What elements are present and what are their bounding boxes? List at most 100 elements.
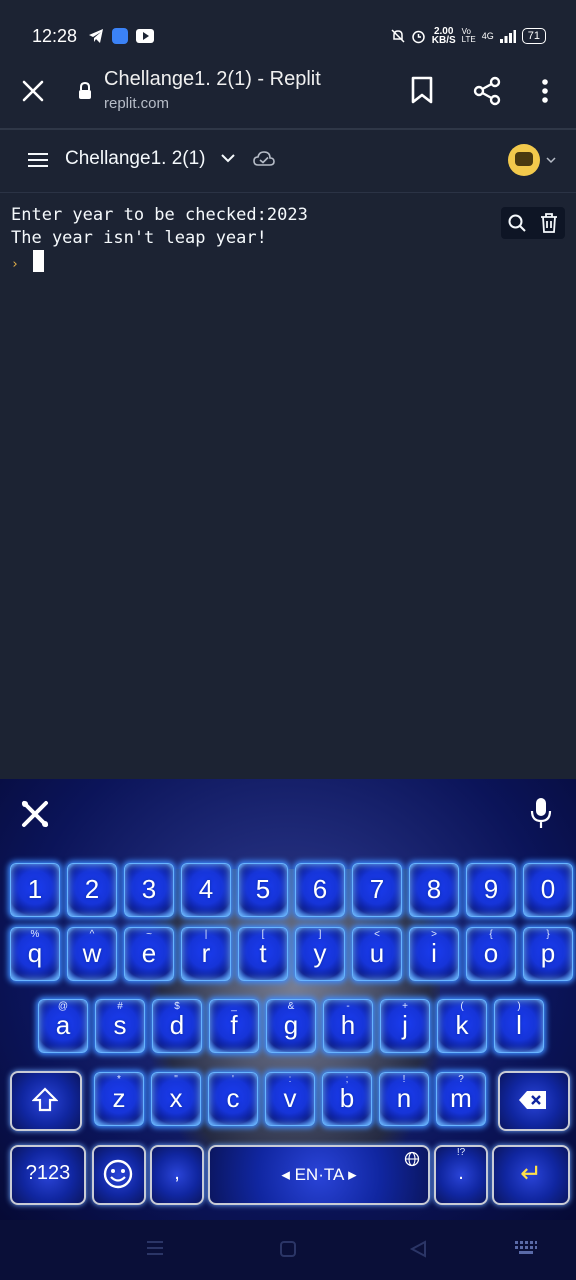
key-1[interactable]: 1 bbox=[10, 863, 60, 917]
key-5[interactable]: 5 bbox=[238, 863, 288, 917]
symbols-key[interactable]: ?123 bbox=[10, 1145, 86, 1205]
key-h[interactable]: -h bbox=[323, 999, 373, 1053]
menu-icon[interactable] bbox=[28, 152, 48, 168]
status-bar: 12:28 2.00 KB/S Vo LTE 4G 71 bbox=[0, 0, 576, 62]
key-q[interactable]: % q bbox=[10, 927, 60, 981]
key-t[interactable]: [t bbox=[238, 927, 288, 981]
key-label: a bbox=[55, 1010, 71, 1040]
key-v[interactable]: :v bbox=[265, 1072, 315, 1126]
key-x[interactable]: " x bbox=[151, 1072, 201, 1126]
key-3[interactable]: 3 bbox=[124, 863, 174, 917]
space-label: ◂ EN·TA ▸ bbox=[281, 1165, 357, 1184]
key-4[interactable]: 4 bbox=[181, 863, 231, 917]
close-icon[interactable] bbox=[20, 78, 46, 104]
key-s[interactable]: # s bbox=[95, 999, 145, 1053]
symbols-label: ?123 bbox=[25, 1162, 71, 1184]
key-o[interactable]: {o bbox=[466, 927, 516, 981]
console-panel[interactable]: Enter year to be checked:2023 The year i… bbox=[0, 193, 576, 779]
telegram-icon bbox=[89, 29, 103, 43]
home-icon[interactable] bbox=[279, 1240, 297, 1258]
back-icon[interactable] bbox=[409, 1240, 427, 1258]
enter-key[interactable]: ↵ bbox=[492, 1145, 570, 1205]
net-speed-unit: KB/S bbox=[431, 35, 456, 46]
globe-icon[interactable] bbox=[404, 1151, 420, 1167]
key-k[interactable]: (k bbox=[437, 999, 487, 1053]
key-p[interactable]: } p bbox=[523, 927, 573, 981]
share-icon[interactable] bbox=[472, 76, 502, 106]
key-label: j bbox=[402, 1010, 408, 1040]
key-label: r bbox=[201, 938, 211, 968]
key-j[interactable]: + j bbox=[380, 999, 430, 1053]
key-m[interactable]: ? m bbox=[436, 1072, 486, 1126]
key-label: t bbox=[259, 938, 267, 968]
key-d[interactable]: $ d bbox=[152, 999, 202, 1053]
key-9[interactable]: 9 bbox=[466, 863, 516, 917]
key-0[interactable]: 0 bbox=[523, 863, 573, 917]
key-2[interactable]: 2 bbox=[67, 863, 117, 917]
key-label: v bbox=[283, 1083, 297, 1113]
keyboard-hide-icon[interactable] bbox=[514, 1240, 538, 1256]
search-icon[interactable] bbox=[507, 213, 527, 233]
key-label: e bbox=[141, 938, 157, 968]
console-output-line: The year isn't leap year! bbox=[11, 228, 267, 248]
cloud-check-icon[interactable] bbox=[253, 150, 275, 168]
key-i[interactable]: > i bbox=[409, 927, 459, 981]
key-w[interactable]: ^ w bbox=[67, 927, 117, 981]
volte-icon: Vo LTE bbox=[461, 27, 476, 44]
trash-icon[interactable] bbox=[539, 212, 559, 234]
alarm-icon bbox=[412, 30, 425, 43]
net-speed: 2.00 KB/S bbox=[431, 27, 456, 46]
mic-icon[interactable] bbox=[530, 797, 552, 829]
key-c[interactable]: ' c bbox=[208, 1072, 258, 1126]
key-l[interactable]: ) l bbox=[494, 999, 544, 1053]
key-u[interactable]: < u bbox=[352, 927, 402, 981]
backspace-key[interactable] bbox=[498, 1071, 570, 1131]
console-prompt: › bbox=[11, 257, 19, 272]
space-key[interactable]: ◂ EN·TA ▸ bbox=[208, 1145, 430, 1205]
mute-icon bbox=[391, 29, 405, 43]
key-label: q bbox=[27, 938, 43, 968]
key-label: 7 bbox=[369, 874, 385, 904]
key-a[interactable]: @ a bbox=[38, 999, 88, 1053]
key-label: 1 bbox=[27, 874, 43, 904]
key-f[interactable]: _ f bbox=[209, 999, 259, 1053]
page-url[interactable]: replit.com bbox=[104, 95, 169, 112]
comma-label: , bbox=[174, 1162, 180, 1184]
key-label: h bbox=[340, 1010, 356, 1040]
chevron-down-icon[interactable] bbox=[220, 152, 236, 164]
key-label: i bbox=[431, 938, 437, 968]
emoji-icon bbox=[103, 1159, 133, 1189]
comma-key[interactable]: , bbox=[150, 1145, 204, 1205]
repl-name[interactable]: Chellange1. 2(1) bbox=[65, 148, 205, 170]
more-icon[interactable] bbox=[540, 78, 550, 104]
tools-icon[interactable] bbox=[20, 799, 50, 829]
key-b[interactable]: ; b bbox=[322, 1072, 372, 1126]
console-cursor[interactable] bbox=[33, 250, 44, 272]
keyboard: 1 2 3 4 5 6 7 8 9 0 % q ^ w ~ e | r[t] y < u > i{o} p @ a # s $ d _ f & g… bbox=[0, 779, 576, 1220]
browser-toolbar: Chellange1. 2(1) - Replit replit.com bbox=[0, 62, 576, 130]
key-label: z bbox=[112, 1083, 126, 1113]
emoji-key[interactable] bbox=[92, 1145, 146, 1205]
period-key[interactable]: . !? bbox=[434, 1145, 488, 1205]
page-title[interactable]: Chellange1. 2(1) - Replit bbox=[104, 68, 321, 91]
key-r[interactable]: | r bbox=[181, 927, 231, 981]
avatar[interactable] bbox=[508, 144, 540, 176]
key-6[interactable]: 6 bbox=[295, 863, 345, 917]
key-y[interactable]: ] y bbox=[295, 927, 345, 981]
key-z[interactable]: * z bbox=[94, 1072, 144, 1126]
recents-icon[interactable] bbox=[146, 1240, 164, 1256]
shift-icon bbox=[32, 1087, 58, 1112]
period-alt: !? bbox=[456, 1147, 466, 1158]
key-8[interactable]: 8 bbox=[409, 863, 459, 917]
bookmark-icon[interactable] bbox=[410, 76, 434, 104]
key-label: m bbox=[450, 1083, 472, 1113]
avatar-chevron-icon[interactable] bbox=[546, 156, 556, 164]
key-label: x bbox=[169, 1083, 183, 1113]
key-label: k bbox=[455, 1010, 469, 1040]
key-n[interactable]: ! n bbox=[379, 1072, 429, 1126]
shift-key[interactable] bbox=[10, 1071, 82, 1131]
key-7[interactable]: 7 bbox=[352, 863, 402, 917]
period-label: . bbox=[458, 1162, 464, 1184]
key-e[interactable]: ~ e bbox=[124, 927, 174, 981]
key-g[interactable]: & g bbox=[266, 999, 316, 1053]
